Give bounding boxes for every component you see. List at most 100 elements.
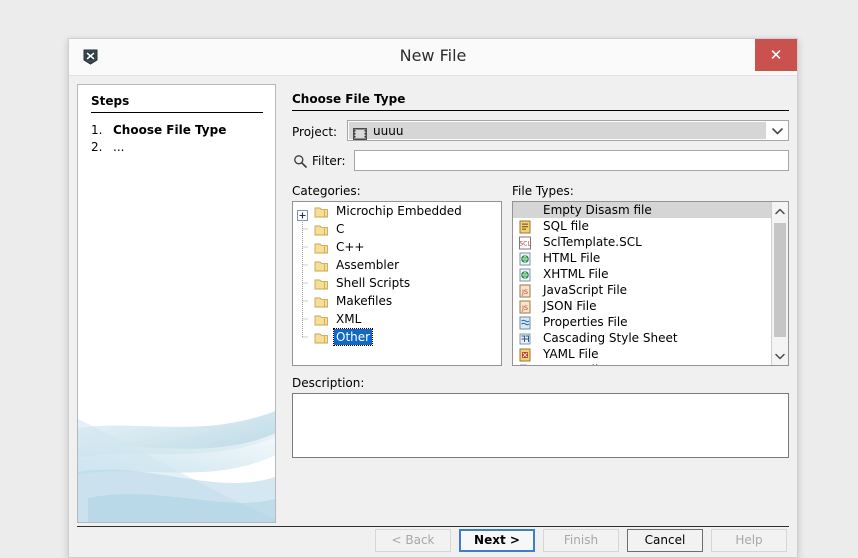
- css-file-icon: [518, 331, 532, 345]
- tree-connector-icon: [297, 274, 308, 292]
- new-file-dialog: New File ✕ Steps 1. Choose File Type 2...…: [68, 38, 798, 558]
- category-label: C: [336, 222, 345, 236]
- expand-plus-icon[interactable]: [297, 206, 308, 221]
- category-item-other[interactable]: Other: [293, 328, 501, 346]
- properties-file-icon: [518, 315, 532, 330]
- filter-input[interactable]: [354, 150, 789, 171]
- file-type-label: JavaScript File: [543, 283, 628, 297]
- step-label: ...: [113, 140, 125, 154]
- file-types-list[interactable]: Empty Disasm file SQL file SCL SclTempla…: [512, 201, 789, 366]
- file-types-label: File Types:: [512, 184, 574, 198]
- file-type-item[interactable]: JS JSON File: [513, 298, 788, 314]
- category-label: Makefiles: [336, 294, 393, 308]
- step-item-1: 1. Choose File Type: [91, 123, 226, 137]
- file-type-item[interactable]: Properties File: [513, 314, 788, 330]
- steps-divider: [91, 112, 263, 113]
- dialog-body: Steps 1. Choose File Type 2.... Choose F…: [77, 84, 789, 523]
- file-type-label: YAML File: [543, 347, 599, 361]
- chevron-down-icon[interactable]: [766, 121, 788, 140]
- file-type-item[interactable]: SQL file: [513, 218, 788, 234]
- category-item-makefiles[interactable]: Makefiles: [293, 292, 501, 310]
- decorative-swoosh-graphic: [78, 402, 275, 522]
- file-type-item[interactable]: Cascading Style Sheet: [513, 330, 788, 346]
- json-file-icon: JS: [518, 299, 532, 314]
- step-number: 2.: [91, 140, 103, 154]
- chevron-down-icon[interactable]: [772, 347, 788, 365]
- sql-file-icon: [518, 219, 532, 234]
- category-item-c[interactable]: C: [293, 220, 501, 238]
- category-label: Microchip Embedded: [336, 204, 462, 218]
- content-pane: Choose File Type Project: uuuu Filter: C…: [290, 84, 789, 523]
- yaml-file-icon: [518, 347, 532, 362]
- tree-connector-icon: [297, 220, 308, 238]
- category-label: XML: [336, 312, 362, 326]
- file-type-label: SclTemplate.SCL: [543, 235, 642, 249]
- category-item-assembler[interactable]: Assembler: [293, 256, 501, 274]
- file-type-label: Properties File: [543, 315, 628, 329]
- project-label: Project:: [292, 125, 338, 139]
- page-title-divider: [292, 110, 789, 111]
- tree-connector-icon: [297, 310, 308, 328]
- file-type-item[interactable]: HTML File: [513, 250, 788, 266]
- file-type-label: Empty File: [543, 362, 606, 365]
- categories-tree[interactable]: Microchip Embedded C C++ Assembler Shell…: [292, 201, 502, 366]
- category-item-cpp[interactable]: C++: [293, 238, 501, 256]
- description-label: Description:: [292, 376, 365, 390]
- file-type-label: XHTML File: [543, 267, 609, 281]
- window-title: New File: [399, 46, 467, 65]
- tree-connector-icon: [297, 256, 308, 274]
- file-type-item[interactable]: JS JavaScript File: [513, 282, 788, 298]
- filter-label: Filter:: [312, 154, 346, 168]
- folder-icon: [314, 276, 329, 290]
- folder-icon: [314, 204, 329, 218]
- tree-connector-icon: [297, 238, 308, 256]
- project-select-value-area: uuuu: [349, 122, 766, 140]
- project-icon: [353, 125, 367, 140]
- footer-buttons: < Back Next > Finish Cancel Help: [69, 525, 787, 557]
- svg-text:SCL: SCL: [519, 241, 531, 248]
- steps-heading: Steps: [91, 94, 130, 108]
- file-type-label: JSON File: [543, 299, 597, 313]
- project-value: uuuu: [373, 124, 404, 138]
- category-label: C++: [336, 240, 365, 254]
- category-label: Other: [332, 328, 374, 346]
- file-type-item[interactable]: Empty Disasm file: [513, 202, 788, 218]
- scl-file-icon: SCL: [518, 235, 532, 250]
- steps-pane: Steps 1. Choose File Type 2....: [77, 84, 276, 523]
- category-label: Assembler: [336, 258, 400, 272]
- folder-icon: [314, 240, 329, 254]
- folder-icon: [314, 312, 329, 326]
- js-file-icon: JS: [518, 283, 532, 298]
- step-label: Choose File Type: [113, 123, 227, 137]
- folder-icon: [314, 258, 329, 272]
- file-type-label: HTML File: [543, 251, 601, 265]
- categories-label: Categories:: [292, 184, 361, 198]
- file-type-item[interactable]: SCL SclTemplate.SCL: [513, 234, 788, 250]
- svg-text:JS: JS: [521, 304, 528, 312]
- description-box: [292, 393, 789, 458]
- file-type-item[interactable]: XHTML File: [513, 266, 788, 282]
- folder-icon: [314, 294, 329, 308]
- file-type-label: Cascading Style Sheet: [543, 331, 678, 345]
- file-type-item[interactable]: YAML File: [513, 346, 788, 362]
- svg-text:JS: JS: [521, 288, 528, 296]
- category-item-shell-scripts[interactable]: Shell Scripts: [293, 274, 501, 292]
- folder-icon: [314, 330, 329, 344]
- folder-icon: [314, 222, 329, 236]
- chevron-up-icon[interactable]: [772, 202, 788, 220]
- category-item-xml[interactable]: XML: [293, 310, 501, 328]
- file-type-label: Empty Disasm file: [543, 203, 652, 217]
- file-types-scrollbar[interactable]: [771, 202, 788, 365]
- project-select[interactable]: uuuu: [347, 120, 789, 141]
- empty-file-icon: [518, 363, 532, 365]
- step-item-2: 2....: [91, 140, 124, 154]
- close-button[interactable]: ✕: [755, 39, 797, 71]
- search-icon: [293, 153, 307, 168]
- page-title: Choose File Type: [292, 92, 406, 106]
- title-bar: New File ✕: [69, 39, 797, 76]
- category-item-microchip-embedded[interactable]: Microchip Embedded: [293, 202, 501, 221]
- file-type-label: SQL file: [543, 219, 589, 233]
- xhtml-file-icon: [518, 267, 532, 282]
- file-type-item[interactable]: Empty File: [513, 362, 788, 365]
- scrollbar-thumb[interactable]: [774, 223, 786, 337]
